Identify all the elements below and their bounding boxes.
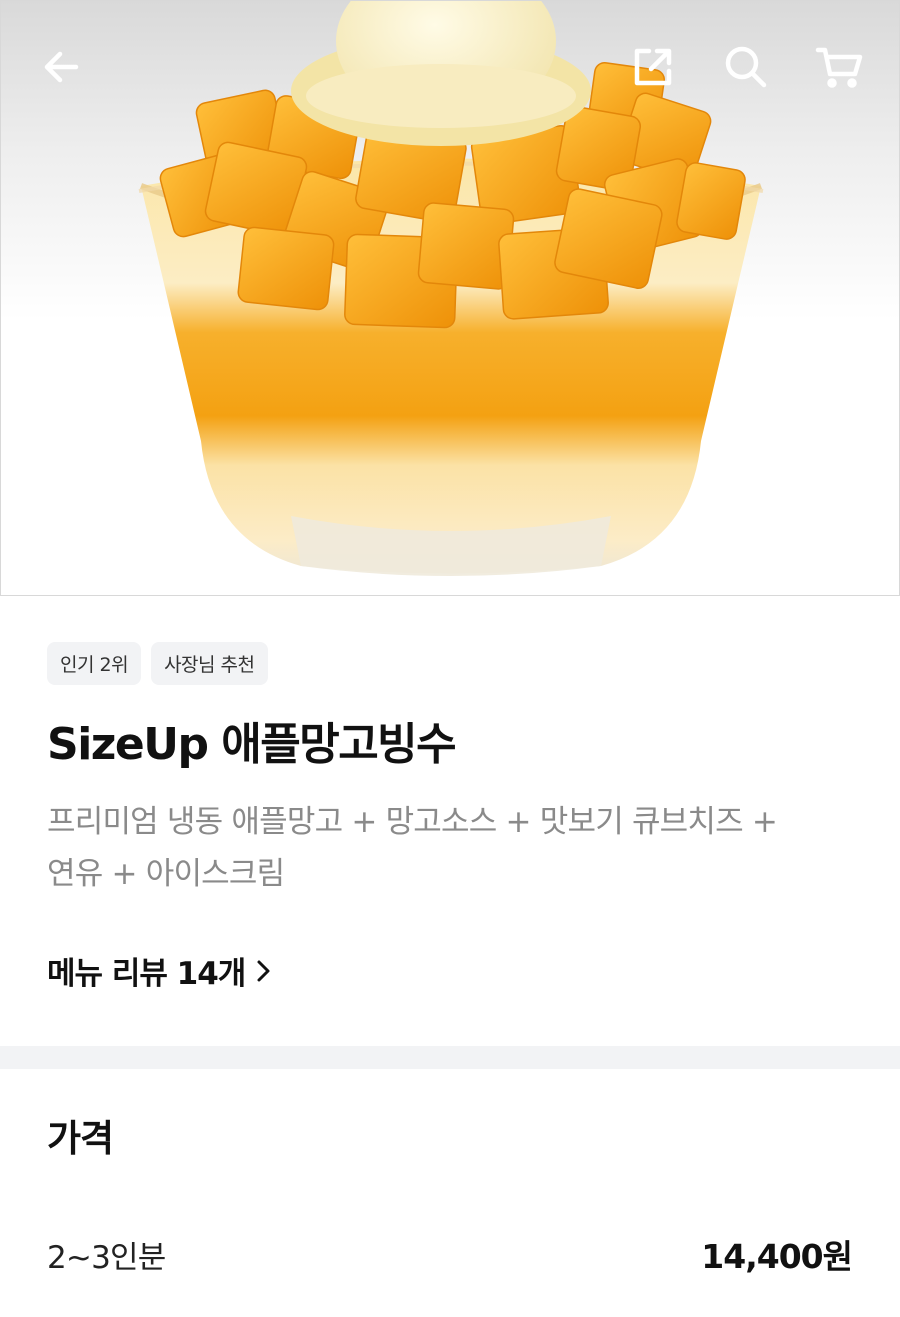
menu-badges: 인기 2위 사장님 추천 [47, 642, 268, 685]
top-navigation-bar [1, 1, 899, 131]
menu-review-label: 메뉴 리뷰 14개 [47, 956, 246, 992]
menu-description-line: 연유 + 아이스크림 [47, 856, 285, 892]
menu-review-link[interactable]: 메뉴 리뷰 14개 [47, 948, 273, 993]
back-arrow-icon [44, 51, 79, 83]
section-divider [0, 1046, 900, 1069]
search-icon [725, 46, 767, 88]
share-button[interactable] [623, 37, 683, 97]
price-option-row[interactable]: 2~3인분 14,400원 [47, 1226, 853, 1282]
popular-rank-badge: 인기 2위 [47, 642, 142, 685]
hero-image [0, 0, 900, 596]
menu-description: 프리미엄 냉동 애플망고 + 망고소스 + 맛보기 큐브치즈 + 연유 + 아이… [47, 796, 857, 900]
chevron-right-icon [257, 960, 270, 981]
price-option-size: 2~3인분 [47, 1239, 166, 1276]
menu-title: SizeUp 애플망고빙수 [47, 719, 457, 770]
price-section-heading: 가격 [47, 1117, 114, 1160]
share-icon [634, 48, 672, 86]
back-button[interactable] [31, 37, 91, 97]
cart-icon [815, 47, 863, 88]
owner-recommend-badge: 사장님 추천 [151, 642, 268, 685]
menu-description-line: 프리미엄 냉동 애플망고 + 망고소스 + 맛보기 큐브치즈 + [47, 804, 778, 840]
cart-button[interactable] [809, 37, 869, 97]
search-button[interactable] [716, 37, 776, 97]
price-option-amount: 14,400원 [701, 1237, 853, 1276]
